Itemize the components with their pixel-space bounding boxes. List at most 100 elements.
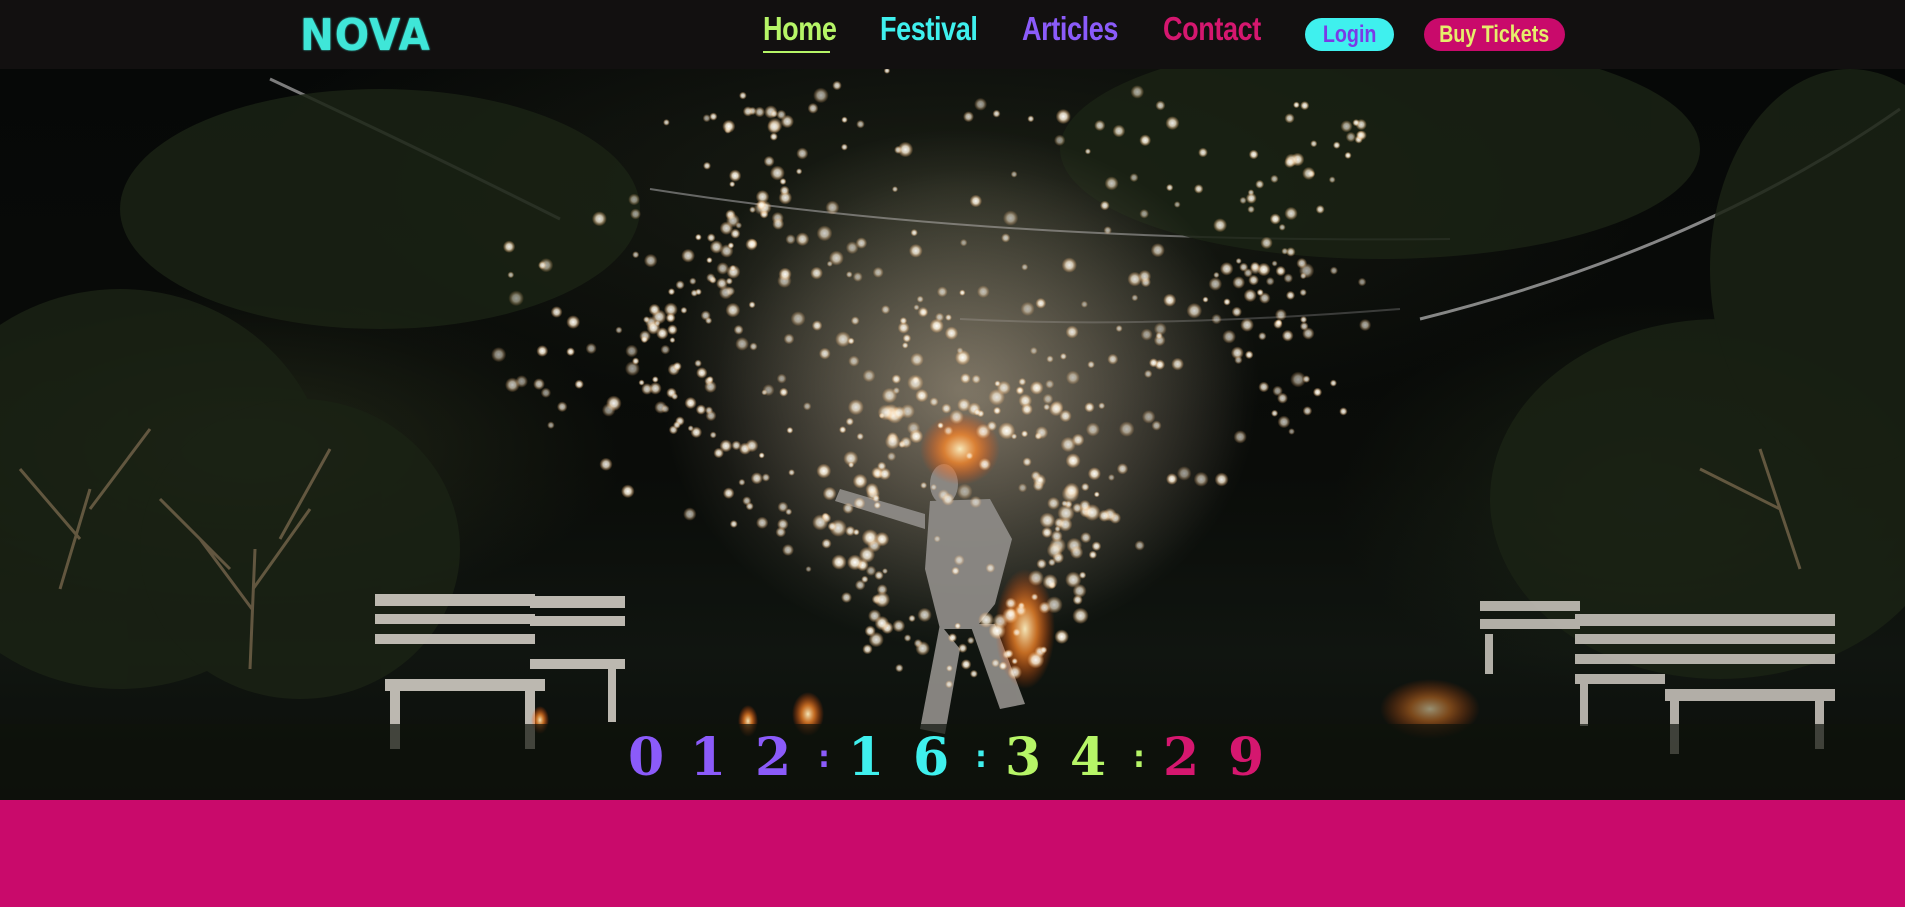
spark	[745, 238, 758, 251]
spark	[1281, 329, 1294, 342]
spark	[991, 658, 1000, 668]
spark	[965, 451, 974, 460]
nav-link-contact[interactable]: Contact	[1163, 10, 1261, 48]
spark	[1130, 85, 1145, 99]
spark	[1035, 297, 1047, 309]
spark	[1355, 130, 1365, 140]
spark	[601, 403, 616, 417]
spark	[957, 643, 968, 653]
spark	[1223, 298, 1231, 306]
spark	[856, 432, 864, 441]
spark	[1080, 300, 1088, 308]
spark	[969, 495, 982, 509]
spark	[864, 625, 876, 637]
spark	[1345, 131, 1357, 143]
spark	[762, 384, 775, 397]
spark	[907, 374, 924, 391]
spark	[625, 344, 639, 358]
spark	[660, 344, 671, 355]
spark	[1144, 369, 1153, 379]
spark	[1072, 607, 1089, 624]
spark	[1065, 325, 1079, 339]
spark	[969, 669, 978, 678]
nav-link-articles[interactable]: Articles	[1022, 10, 1118, 48]
spark	[681, 248, 695, 263]
spark	[895, 663, 904, 673]
spark	[1340, 120, 1353, 133]
countdown-minutes-digit-2: 4	[1070, 727, 1107, 788]
spark	[1155, 100, 1166, 111]
spark	[825, 200, 840, 215]
spark	[908, 614, 916, 623]
spark	[1344, 151, 1352, 159]
spark	[643, 253, 658, 268]
spark	[881, 305, 891, 315]
spark	[973, 408, 981, 416]
nova-logo[interactable]: NOVA	[300, 10, 431, 61]
spark	[1163, 293, 1177, 307]
hero-background-image	[0, 69, 1905, 800]
spark	[839, 426, 847, 434]
spark	[856, 119, 865, 129]
spark	[1243, 288, 1257, 303]
spark	[1332, 141, 1341, 149]
spark	[1116, 463, 1129, 475]
spark	[1098, 402, 1106, 410]
spark	[1258, 332, 1267, 341]
spark	[687, 425, 694, 432]
spark	[805, 566, 812, 573]
spark	[1072, 583, 1087, 598]
spark	[1088, 550, 1098, 559]
spark	[1131, 294, 1139, 302]
spark	[742, 496, 752, 506]
spark	[1061, 500, 1068, 507]
login-button[interactable]: Login	[1305, 18, 1394, 51]
spark	[1010, 170, 1018, 178]
spark	[651, 376, 659, 383]
spark	[910, 352, 924, 367]
spark	[1112, 124, 1126, 138]
spark	[1166, 183, 1174, 192]
spark	[1329, 379, 1337, 387]
buy-tickets-button[interactable]: Buy Tickets	[1424, 18, 1565, 51]
spark	[862, 369, 876, 383]
spark	[865, 482, 879, 497]
spark	[786, 426, 794, 434]
nav-link-home[interactable]: Home	[763, 10, 837, 48]
spark	[783, 333, 795, 345]
spark	[672, 361, 682, 371]
spark	[874, 570, 884, 581]
spark	[1139, 209, 1149, 219]
spark	[756, 516, 769, 529]
spark	[1310, 140, 1318, 148]
spark	[850, 316, 860, 326]
spark	[778, 267, 792, 281]
spark	[963, 111, 974, 123]
spark	[1165, 116, 1180, 131]
spark	[1016, 387, 1024, 394]
spark	[884, 434, 901, 450]
spark	[718, 285, 733, 300]
spark	[1239, 196, 1247, 205]
spark	[1091, 541, 1102, 552]
spark	[1139, 134, 1152, 147]
spark	[831, 554, 847, 570]
spark	[663, 119, 670, 126]
spark	[1087, 360, 1095, 369]
spark	[1155, 332, 1163, 340]
spark	[1244, 350, 1254, 360]
spark	[1115, 324, 1123, 333]
spark	[730, 228, 741, 239]
spark	[971, 374, 981, 384]
spark	[1079, 499, 1091, 512]
spark	[1231, 306, 1243, 317]
spark	[566, 315, 581, 329]
nav-link-festival[interactable]: Festival	[880, 10, 978, 48]
spark	[1285, 290, 1296, 300]
spark	[1093, 491, 1100, 498]
spark	[1208, 277, 1223, 291]
spark	[1047, 496, 1060, 510]
login-button-label: Login	[1322, 20, 1377, 48]
spark	[883, 69, 891, 74]
spark	[729, 520, 738, 528]
